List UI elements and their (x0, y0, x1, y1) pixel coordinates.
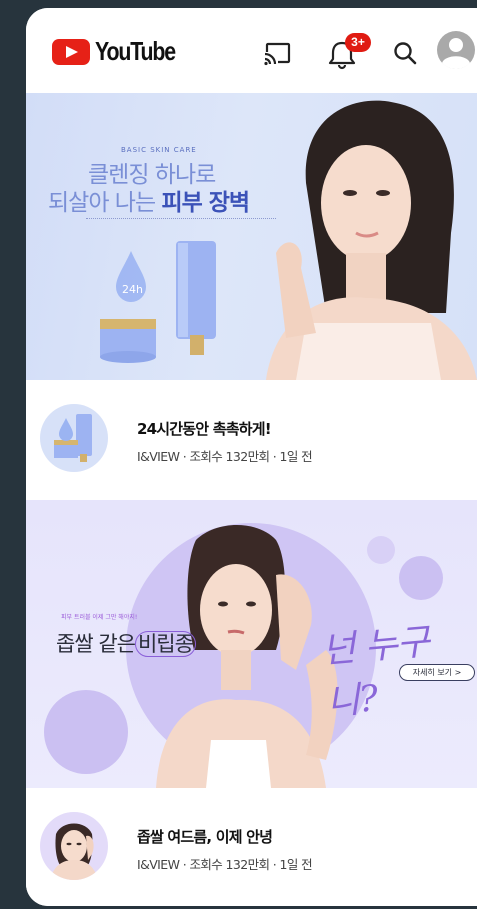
cast-icon[interactable] (258, 34, 298, 74)
account-avatar-icon[interactable] (436, 30, 476, 70)
details-button[interactable]: 자세히 보기 > (399, 664, 475, 681)
banner2-kicker: 피부 트러블 이제 그만 해야지! (61, 614, 138, 621)
drop-badge: 24h (122, 283, 143, 296)
banner-headline-line2: 되살아 나는 피부 장벽 (48, 183, 250, 217)
video-title[interactable]: 24시간동안 촉촉하게! (137, 418, 272, 439)
model-photo-1 (266, 100, 477, 380)
video-title[interactable]: 좁쌀 여드름, 이제 안녕 (137, 826, 273, 847)
phone-screen: YouTube 3+ BASIC SKIN CARE 클렌징 하나로 되살아 나… (26, 8, 477, 906)
skincare-avatar-image (54, 414, 92, 462)
banner-headline-plain: 되살아 나는 (48, 190, 156, 216)
video-thumbnail-skincare[interactable]: BASIC SKIN CARE 클렌징 하나로 되살아 나는 피부 장벽 24h (26, 93, 477, 380)
video-item[interactable]: 좁쌀 여드름, 이제 안녕 I&VIEW · 조회수 132만회 · 1일 전 (26, 788, 477, 906)
banner2-headline-circled: 비립종 (134, 631, 196, 657)
acne-avatar-image (50, 823, 98, 880)
channel-avatar[interactable] (40, 812, 108, 880)
top-app-bar: YouTube 3+ (26, 8, 477, 93)
video-meta: I&VIEW · 조회수 132만회 · 1일 전 (137, 857, 313, 872)
banner-kicker: BASIC SKIN CARE (121, 146, 197, 154)
notification-badge: 3+ (345, 33, 371, 52)
product-illustration: 24h (100, 241, 216, 363)
banner2-headline: 좁쌀 같은 비립종 (56, 628, 196, 658)
logo-text: YouTube (95, 36, 176, 66)
search-icon[interactable] (386, 34, 426, 74)
banner-headline-bold: 피부 장벽 (161, 190, 250, 216)
video-thumbnail-acne[interactable]: 피부 트러블 이제 그만 해야지! 좁쌀 같은 비립종 넌 누구니? 자세히 보기… (26, 500, 477, 788)
banner2-headline-plain: 좁쌀 같은 (56, 632, 136, 656)
youtube-logo[interactable]: YouTube (52, 36, 193, 67)
video-meta: I&VIEW · 조회수 132만회 · 1일 전 (137, 449, 313, 464)
channel-avatar[interactable] (40, 404, 108, 472)
video-item[interactable]: 24시간동안 촉촉하게! I&VIEW · 조회수 132만회 · 1일 전 (26, 380, 477, 500)
youtube-play-icon (52, 38, 90, 65)
